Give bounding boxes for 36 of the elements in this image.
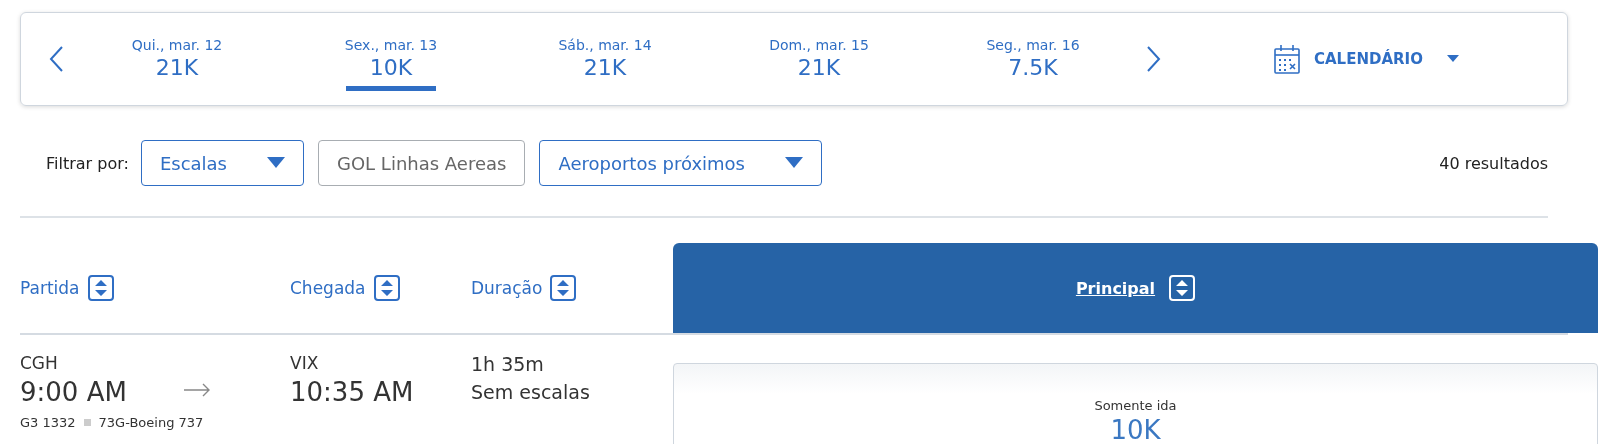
calendar-icon[interactable] bbox=[1274, 44, 1300, 74]
arrow-right-icon bbox=[182, 383, 211, 397]
flight-duration: 1h 35m bbox=[471, 353, 545, 375]
date-tab[interactable]: Seg., mar. 16 7.5K bbox=[988, 27, 1078, 91]
fare-label: Somente ida bbox=[1094, 398, 1177, 413]
chevron-right-icon[interactable] bbox=[1146, 45, 1162, 73]
date-tab[interactable]: Qui., mar. 12 21K bbox=[132, 27, 222, 91]
filter-label: Filtrar por: bbox=[46, 153, 129, 173]
departure-time: 9:00 AM bbox=[20, 377, 127, 407]
caret-icon[interactable] bbox=[1446, 55, 1459, 63]
date-tab[interactable]: Sex., mar. 13 10K bbox=[346, 27, 436, 91]
sort-icon[interactable] bbox=[550, 275, 577, 301]
caret-icon bbox=[267, 157, 285, 169]
destination-airport: VIX bbox=[290, 353, 320, 373]
separator-icon bbox=[83, 419, 91, 426]
aircraft-type: 73G-Boeing 737 bbox=[98, 415, 204, 430]
caret-icon bbox=[784, 157, 803, 169]
column-header[interactable]: Partida bbox=[20, 278, 80, 298]
column-header[interactable]: Duração bbox=[471, 278, 543, 298]
fare-price: 10K bbox=[1110, 415, 1161, 444]
filter-dropdown[interactable]: Aeroportos próximos bbox=[539, 140, 822, 186]
results-count: 40 resultados bbox=[1439, 153, 1548, 173]
chevron-left-icon[interactable] bbox=[48, 45, 64, 73]
fare-class-link[interactable]: Principal bbox=[1075, 278, 1156, 298]
arrival-time: 10:35 AM bbox=[290, 377, 415, 407]
column-header[interactable]: Chegada bbox=[290, 278, 366, 298]
origin-airport: CGH bbox=[20, 353, 59, 373]
stops-info: Sem escalas bbox=[471, 381, 591, 403]
filter-dropdown[interactable]: Escalas bbox=[140, 140, 304, 186]
fare-card[interactable]: Somente ida 10K bbox=[673, 363, 1598, 444]
flight-number: G3 1332 bbox=[20, 415, 76, 430]
filter-button[interactable]: GOL Linhas Aereas bbox=[318, 140, 526, 186]
sort-icon[interactable] bbox=[373, 275, 400, 301]
calendar-dropdown[interactable]: CALENDÁRIO bbox=[1314, 50, 1423, 68]
sort-icon[interactable] bbox=[87, 275, 114, 301]
date-tab[interactable]: Sáb., mar. 14 21K bbox=[560, 27, 650, 91]
